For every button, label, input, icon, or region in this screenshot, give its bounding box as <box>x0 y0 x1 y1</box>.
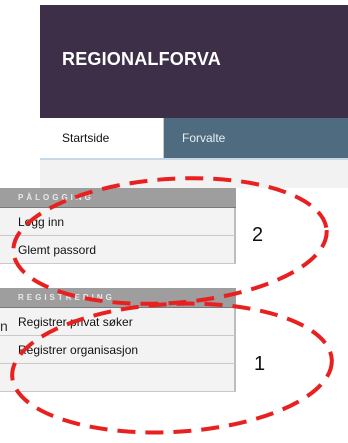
tab-startside[interactable]: Startside <box>40 118 164 158</box>
tab-forvalte[interactable]: Forvalte <box>164 118 348 158</box>
sidebar-item-registrer-privat-soker[interactable]: Registrer privat søker <box>0 308 236 336</box>
main-tabbar: Startside Forvalte <box>40 118 348 158</box>
sidebar-item-glemt-passord[interactable]: Glemt passord <box>0 236 236 264</box>
sidebar-item-registrer-organisasjon[interactable]: Registrer organisasjon <box>0 336 236 364</box>
content-strip <box>40 160 348 188</box>
edge-glyph: n <box>0 318 8 334</box>
annotation-marker-1: 1 <box>254 353 266 375</box>
site-title: REGIONALFORVA <box>62 49 221 69</box>
section-header-palogging: PÅLOGGING <box>0 188 236 208</box>
site-header: REGIONALFORVA <box>40 5 348 118</box>
sidebar-item-logg-inn[interactable]: Logg inn <box>0 208 236 236</box>
sidebar-menu: PÅLOGGING Logg inn Glemt passord REGISTR… <box>0 188 236 408</box>
section-header-registrering: REGISTRERING <box>0 288 236 308</box>
sidebar-item-empty <box>0 364 236 392</box>
annotation-marker-2: 2 <box>252 224 264 246</box>
